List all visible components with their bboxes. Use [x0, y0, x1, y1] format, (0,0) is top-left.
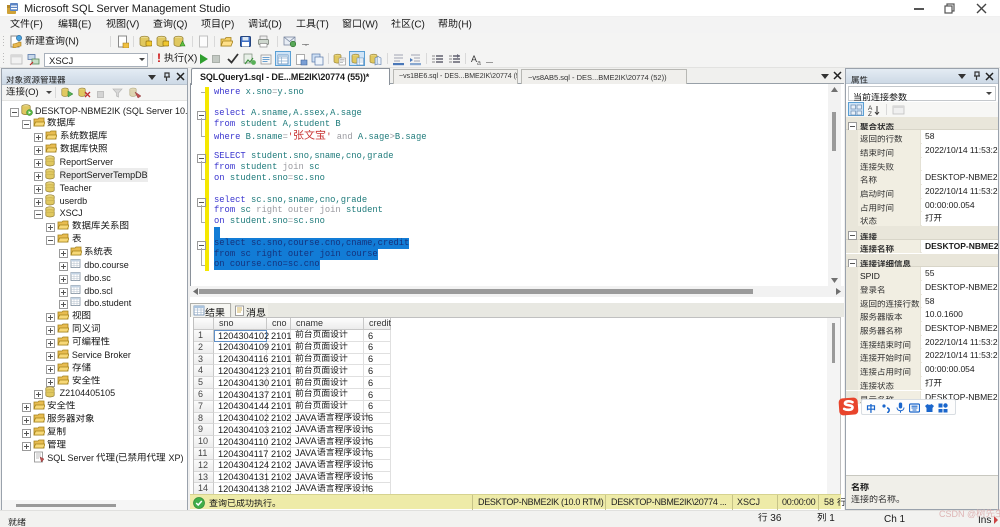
svg-text:Z: Z — [868, 111, 872, 116]
svg-text:a: a — [477, 60, 481, 66]
